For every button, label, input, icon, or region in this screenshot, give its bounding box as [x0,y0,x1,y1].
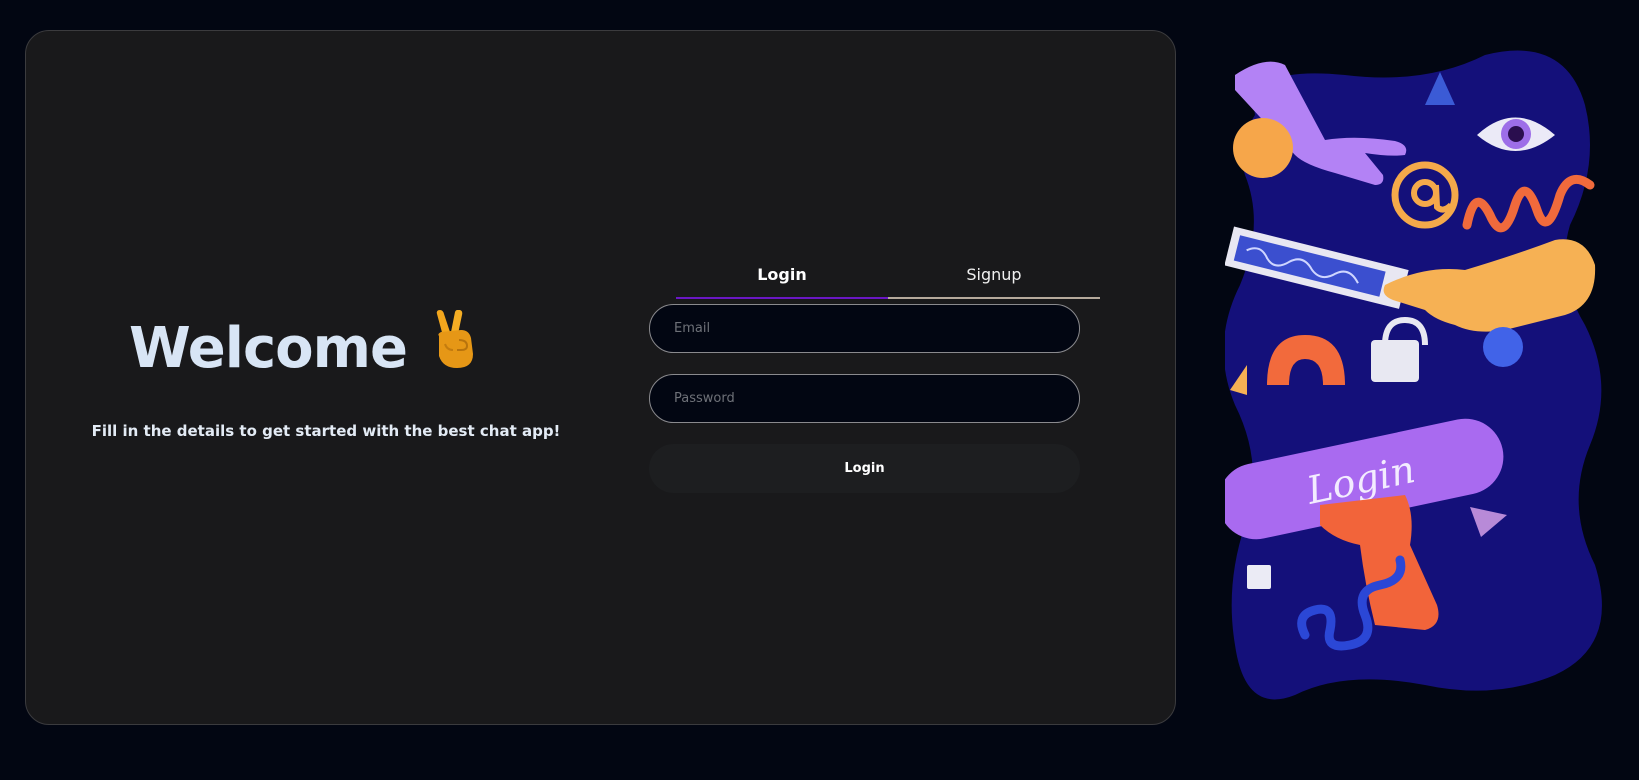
welcome-heading: Welcome [129,310,481,381]
email-field[interactable] [649,304,1080,353]
victory-hand-icon [436,310,473,368]
login-button[interactable]: Login [649,444,1080,493]
tab-signup[interactable]: Signup [888,251,1100,299]
welcome-subtitle: Fill in the details to get started with … [91,422,561,440]
password-field[interactable] [649,374,1080,423]
white-square [1247,565,1271,589]
blue-ball [1483,327,1523,367]
auth-tabs: Login Signup [676,251,1100,299]
login-illustration: Login [1225,50,1602,700]
orange-circle [1233,118,1293,178]
welcome-title: Welcome [129,316,408,381]
tab-login[interactable]: Login [676,251,888,299]
